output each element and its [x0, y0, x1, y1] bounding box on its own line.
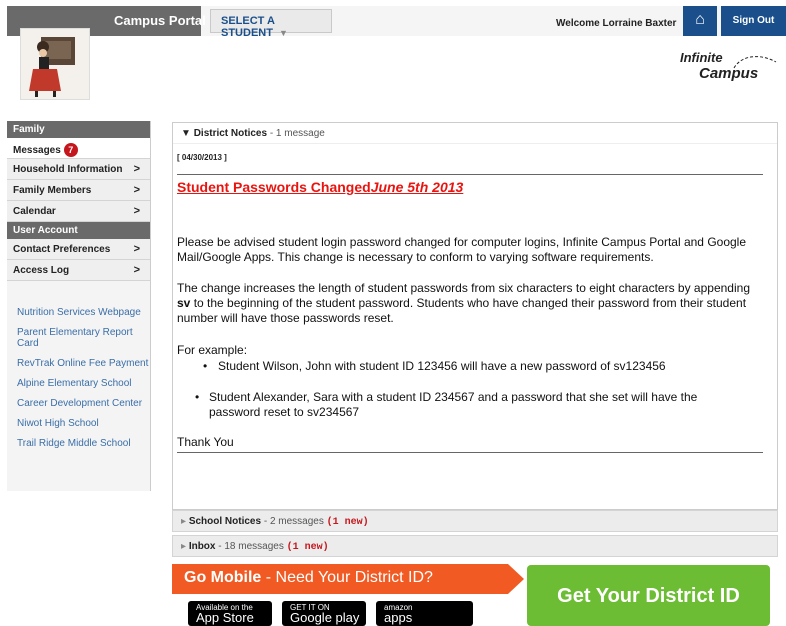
select-student-dropdown[interactable]: SELECT A STUDENT ▼: [210, 9, 332, 39]
google-play-badge[interactable]: GET IT ON Google play: [282, 601, 366, 626]
bullet-dot: •: [195, 390, 200, 404]
divider: [177, 452, 763, 453]
notice-paragraph-2-text-a: The change increases the length of stude…: [177, 281, 750, 295]
link-niwot-high-school[interactable]: Niwot High School: [17, 418, 150, 429]
sidebar-item-label: Household Information: [13, 164, 123, 175]
get-district-id-button[interactable]: Get Your District ID: [527, 565, 770, 626]
notice-paragraph-2: The change increases the length of stude…: [177, 281, 757, 326]
district-notices-count: - 1 message: [267, 128, 325, 139]
select-student-label: SELECT A STUDENT: [221, 15, 275, 39]
notice-title-text: Student Passwords Changed: [177, 179, 371, 195]
inbox-count: - 18 messages: [215, 541, 287, 552]
sidebar-header-user-account: User Account: [7, 222, 150, 239]
link-alpine-elementary-school[interactable]: Alpine Elementary School: [17, 378, 150, 389]
link-nutrition-services[interactable]: Nutrition Services Webpage: [17, 307, 150, 318]
go-mobile-banner: Go Mobile - Need Your District ID?: [172, 564, 508, 594]
brand-swoosh-icon: [733, 56, 777, 69]
sidebar-header-family: Family: [7, 121, 150, 138]
sidebar-item-household-information[interactable]: Household Information >: [7, 159, 150, 180]
notice-paragraph-2-text-b: to the beginning of the student password…: [177, 296, 747, 325]
sidebar-item-messages[interactable]: Messages 7: [7, 138, 150, 159]
notice-title: Student Passwords ChangedJune 5th 2013: [177, 179, 463, 195]
district-notices-panel: ▼ District Notices - 1 message [ 04/30/2…: [172, 122, 778, 510]
need-id-text: - Need Your District ID?: [261, 569, 433, 586]
school-notices-header[interactable]: ▸ School Notices - 2 messages (1 new): [172, 510, 778, 532]
notice-paragraph-2-bold: sv: [177, 296, 191, 310]
chevron-right-icon: >: [133, 264, 140, 276]
home-button[interactable]: ⌂: [683, 6, 717, 36]
link-revtrak-online-fee-payment[interactable]: RevTrak Online Fee Payment: [17, 358, 150, 369]
sign-out-button[interactable]: Sign Out: [721, 6, 786, 36]
school-notices-title: School Notices: [188, 516, 262, 527]
school-notices-new: (1 new): [326, 517, 369, 528]
link-trail-ridge-middle-school[interactable]: Trail Ridge Middle School: [17, 438, 150, 449]
district-notices-title: District Notices: [193, 128, 268, 139]
sidebar: Family Messages 7 Household Information > …: [7, 121, 151, 491]
notice-title-date: June 5th 2013: [370, 179, 464, 195]
example-bullet-1: Student Wilson, John with student ID 123…: [218, 359, 666, 373]
sidebar-item-label: Family Members: [13, 185, 92, 196]
infinite-campus-logo: Infinite Campus: [680, 50, 780, 90]
triangle-right-icon: ▸: [181, 516, 189, 527]
sidebar-item-family-members[interactable]: Family Members >: [7, 180, 150, 201]
sidebar-item-label: Messages: [13, 145, 61, 156]
chevron-right-icon: >: [133, 163, 140, 175]
inbox-title: Inbox: [188, 541, 216, 552]
chevron-right-icon: >: [133, 184, 140, 196]
chevron-down-icon: ▼: [278, 28, 288, 38]
bullet-dot: •: [203, 359, 208, 373]
sidebar-item-label: Access Log: [13, 265, 70, 276]
divider: [177, 174, 763, 175]
district-notices-header[interactable]: ▼ District Notices - 1 message: [173, 123, 777, 144]
triangle-right-icon: ▸: [181, 541, 189, 552]
notice-date: [ 04/30/2013 ]: [177, 153, 227, 162]
app-store-big-text: App Store: [196, 610, 254, 625]
google-play-big-text: Google play: [290, 610, 360, 625]
triangle-down-icon: ▼: [181, 128, 194, 139]
app-store-badge[interactable]: Available on the App Store: [188, 601, 272, 626]
messages-count-badge: 7: [63, 143, 78, 157]
welcome-text: Welcome Lorraine Baxter: [556, 18, 677, 29]
link-career-development-center[interactable]: Career Development Center: [17, 398, 150, 409]
amazon-appstore-badge[interactable]: amazon apps: [376, 601, 473, 626]
brand-line1: Infinite: [680, 50, 723, 65]
sidebar-item-label: Calendar: [13, 206, 56, 217]
district-logo-image: [20, 28, 90, 100]
home-icon: ⌂: [695, 11, 705, 28]
link-parent-elementary-report-card[interactable]: Parent Elementary Report Card: [17, 327, 150, 349]
sidebar-links: Nutrition Services Webpage Parent Elemen…: [7, 281, 150, 449]
sidebar-item-label: Contact Preferences: [13, 244, 111, 255]
chevron-right-icon: >: [133, 205, 140, 217]
inbox-header[interactable]: ▸ Inbox - 18 messages (1 new): [172, 535, 778, 557]
school-notices-count: - 2 messages: [261, 516, 327, 527]
inbox-new: (1 new): [286, 542, 329, 553]
sidebar-item-contact-preferences[interactable]: Contact Preferences >: [7, 239, 150, 260]
banner-arrow: [508, 564, 524, 594]
notice-paragraph-1: Please be advised student login password…: [177, 235, 747, 264]
sidebar-item-access-log[interactable]: Access Log >: [7, 260, 150, 281]
amazon-big-text: apps: [384, 610, 413, 625]
go-mobile-text: Go Mobile: [184, 569, 262, 586]
sidebar-item-calendar[interactable]: Calendar >: [7, 201, 150, 222]
chevron-right-icon: >: [133, 243, 140, 255]
thank-you-text: Thank You: [177, 435, 234, 449]
example-bullet-2: Student Alexander, Sara with a student I…: [209, 390, 698, 419]
example-label: For example:: [177, 343, 248, 357]
portal-title: Campus Portal: [114, 13, 206, 28]
